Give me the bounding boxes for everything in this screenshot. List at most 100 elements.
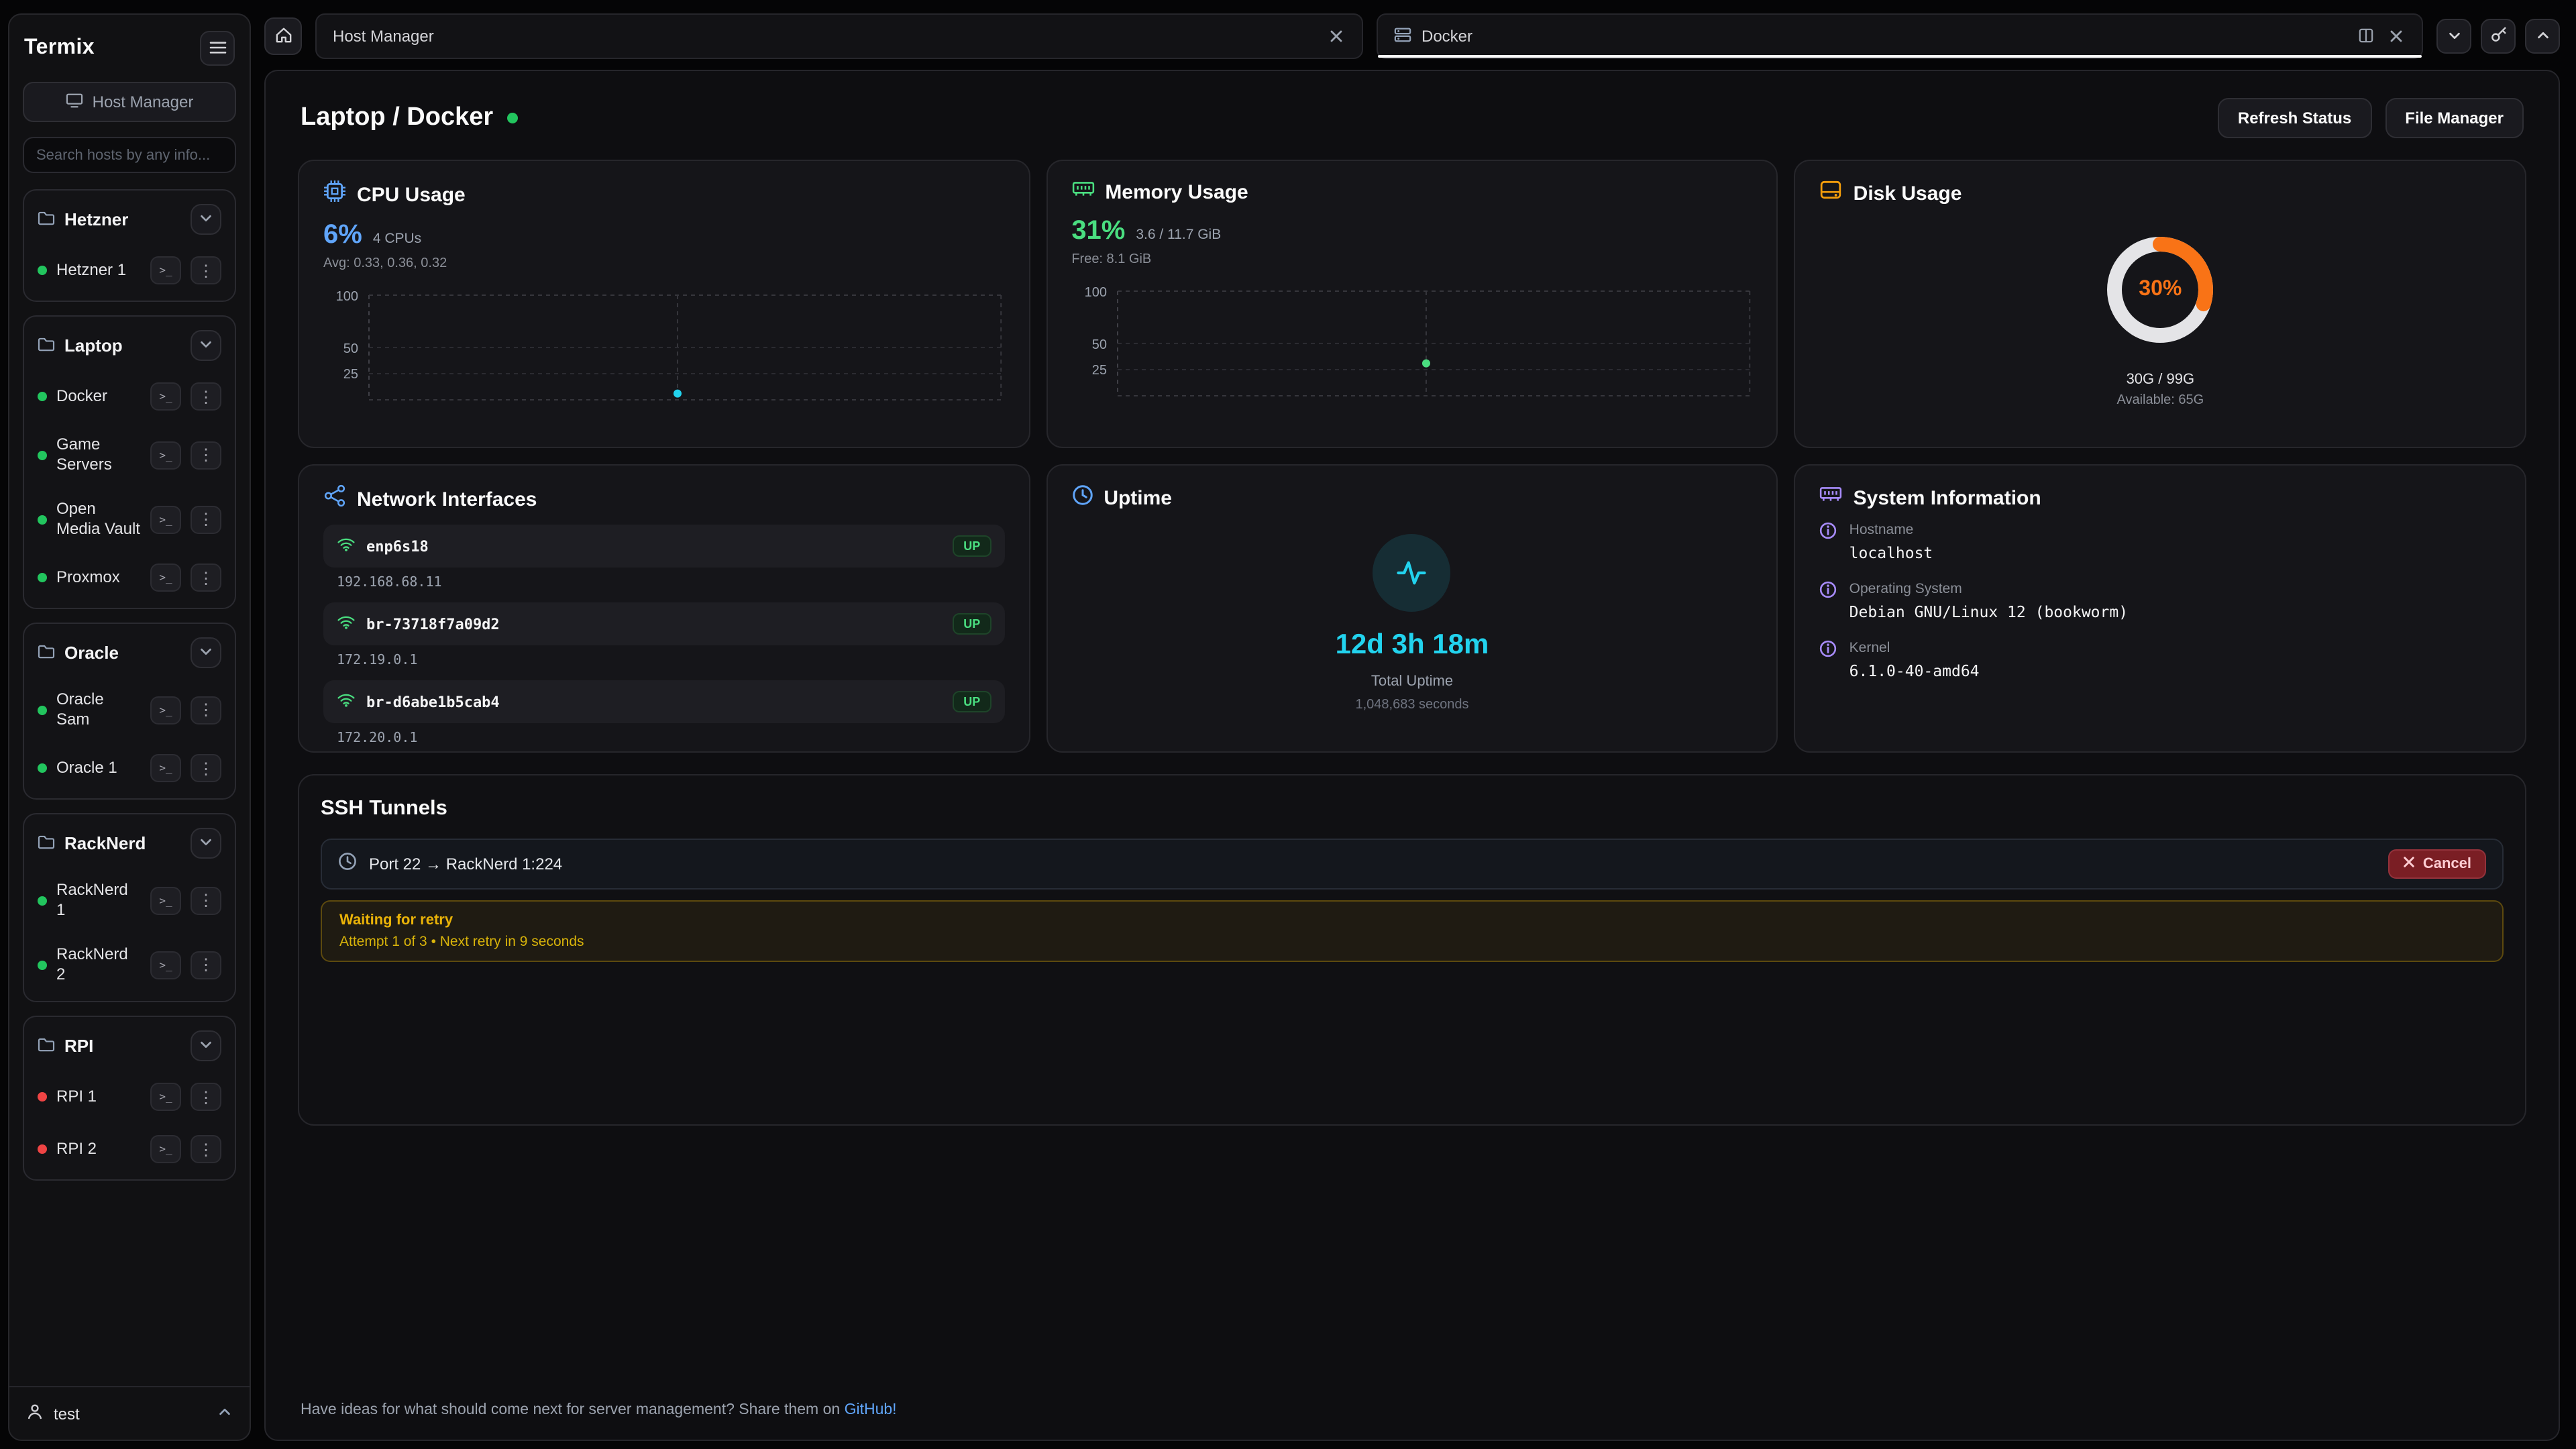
host-menu-button[interactable]: ⋮	[191, 1083, 221, 1111]
host-menu-button[interactable]: ⋮	[191, 754, 221, 782]
svg-text:25: 25	[1091, 363, 1106, 378]
folder-icon	[38, 641, 55, 665]
cpu-usage-dot	[674, 390, 682, 398]
disk-usage-donut: 30%	[2090, 220, 2230, 360]
host-menu-button[interactable]: ⋮	[191, 1135, 221, 1163]
folder-icon	[38, 831, 55, 855]
host-group-header[interactable]: RPI	[31, 1021, 228, 1071]
host-row[interactable]: Proxmox >_ ⋮	[31, 551, 228, 604]
user-menu[interactable]: test	[9, 1386, 250, 1432]
host-menu-button[interactable]: ⋮	[191, 382, 221, 411]
host-row[interactable]: Docker >_ ⋮	[31, 370, 228, 423]
cancel-tunnel-button[interactable]: Cancel	[2388, 849, 2486, 879]
chevron-up-icon	[2535, 26, 2550, 46]
group-collapse-button[interactable]	[191, 1030, 221, 1061]
host-group-hetzner: Hetzner Hetzner 1 >_ ⋮	[23, 189, 236, 302]
host-menu-button[interactable]: ⋮	[191, 696, 221, 724]
panel-header: Laptop / Docker Refresh Status File Mana…	[301, 98, 2524, 138]
tabbar-chevron-up-button[interactable]	[2525, 19, 2560, 54]
interface-row[interactable]: br-d6abe1b5cab4 UP	[323, 680, 1004, 723]
host-manager-button[interactable]: Host Manager	[23, 82, 236, 122]
terminal-button[interactable]: >_	[150, 505, 181, 533]
home-tab-button[interactable]	[264, 17, 302, 55]
tab-split-button[interactable]	[2356, 23, 2376, 49]
wifi-icon	[337, 612, 356, 636]
host-row[interactable]: Oracle Sam >_ ⋮	[31, 678, 228, 742]
interface-item: br-d6abe1b5cab4 UP 172.20.0.1	[323, 680, 1004, 746]
system-row-value: Debian GNU/Linux 12 (bookworm)	[1849, 602, 2128, 621]
terminal-button[interactable]: >_	[150, 754, 181, 782]
host-menu-button[interactable]: ⋮	[191, 886, 221, 914]
host-row[interactable]: Game Servers >_ ⋮	[31, 423, 228, 487]
host-group-header[interactable]: Laptop	[31, 321, 228, 370]
group-collapse-button[interactable]	[191, 637, 221, 668]
kebab-icon: ⋮	[198, 262, 214, 278]
tabbar-key-button[interactable]	[2481, 19, 2516, 54]
close-icon	[2390, 26, 2403, 46]
host-group-header[interactable]: Oracle	[31, 628, 228, 678]
host-name: Proxmox	[56, 568, 141, 588]
terminal-button[interactable]: >_	[150, 256, 181, 284]
card-title: Memory Usage	[1105, 181, 1248, 204]
host-row[interactable]: RPI 2 >_ ⋮	[31, 1123, 228, 1175]
kebab-icon: ⋮	[198, 957, 214, 973]
host-row[interactable]: RackNerd 1 >_ ⋮	[31, 868, 228, 932]
host-status-dot	[38, 1144, 47, 1154]
terminal-button[interactable]: >_	[150, 1083, 181, 1111]
terminal-button[interactable]: >_	[150, 951, 181, 979]
folder-icon	[38, 1034, 55, 1058]
main-column: Host Manager Docker	[251, 0, 2576, 1449]
host-menu-button[interactable]: ⋮	[191, 256, 221, 284]
header-actions: Refresh Status File Manager	[2218, 98, 2524, 138]
host-row[interactable]: RPI 1 >_ ⋮	[31, 1071, 228, 1123]
sidebar-header: Termix	[24, 31, 235, 66]
github-link[interactable]: GitHub!	[845, 1402, 897, 1418]
status-badge: UP	[953, 535, 991, 557]
cancel-label: Cancel	[2423, 856, 2471, 872]
disk-usage-card: Disk Usage 30% 30G / 99G Available: 65G	[1794, 160, 2526, 448]
host-menu-button[interactable]: ⋮	[191, 505, 221, 533]
host-menu-button[interactable]: ⋮	[191, 564, 221, 592]
tab-host-manager[interactable]: Host Manager	[315, 13, 1362, 59]
terminal-icon: >_	[159, 704, 172, 716]
host-menu-button[interactable]: ⋮	[191, 441, 221, 469]
terminal-button[interactable]: >_	[150, 1135, 181, 1163]
sidebar-menu-button[interactable]	[200, 31, 235, 66]
group-collapse-button[interactable]	[191, 330, 221, 361]
file-manager-button[interactable]: File Manager	[2385, 98, 2524, 138]
tab-close-button[interactable]	[1326, 23, 1345, 49]
host-row[interactable]: Oracle 1 >_ ⋮	[31, 742, 228, 794]
host-group-header[interactable]: RackNerd	[31, 818, 228, 868]
refresh-status-button[interactable]: Refresh Status	[2218, 98, 2371, 138]
uptime-value: 12d 3h 18m	[1336, 629, 1489, 661]
host-manager-label: Host Manager	[93, 93, 194, 111]
group-collapse-button[interactable]	[191, 204, 221, 235]
terminal-button[interactable]: >_	[150, 564, 181, 592]
terminal-button[interactable]: >_	[150, 382, 181, 411]
chip-icon	[1820, 484, 1843, 511]
tab-label: Docker	[1421, 27, 1472, 46]
home-icon	[274, 26, 292, 46]
host-status-dot	[38, 1092, 47, 1102]
tab-docker[interactable]: Docker	[1376, 13, 2423, 59]
svg-text:25: 25	[343, 367, 358, 382]
interface-row[interactable]: enp6s18 UP	[323, 525, 1004, 568]
tabbar-chevron-down-button[interactable]	[2436, 19, 2471, 54]
host-row[interactable]: Hetzner 1 >_ ⋮	[31, 244, 228, 297]
host-row[interactable]: RackNerd 2 >_ ⋮	[31, 932, 228, 997]
search-input[interactable]	[23, 137, 236, 173]
host-group-oracle: Oracle Oracle Sam >_ ⋮ Oracle 1 >_ ⋮	[23, 623, 236, 800]
host-name: Hetzner 1	[56, 260, 141, 280]
tab-close-button[interactable]	[2387, 23, 2406, 49]
host-group-header[interactable]: Hetzner	[31, 195, 228, 244]
terminal-button[interactable]: >_	[150, 696, 181, 724]
group-collapse-button[interactable]	[191, 828, 221, 859]
terminal-button[interactable]: >_	[150, 441, 181, 469]
uptime-card: Uptime 12d 3h 18m Total Uptime 1,048,683…	[1046, 464, 1778, 753]
interface-item: enp6s18 UP 192.168.68.11	[323, 525, 1004, 590]
interface-row[interactable]: br-73718f7a09d2 UP	[323, 602, 1004, 645]
terminal-button[interactable]: >_	[150, 886, 181, 914]
host-row[interactable]: Open Media Vault >_ ⋮	[31, 487, 228, 551]
host-menu-button[interactable]: ⋮	[191, 951, 221, 979]
host-status-dot	[38, 392, 47, 401]
